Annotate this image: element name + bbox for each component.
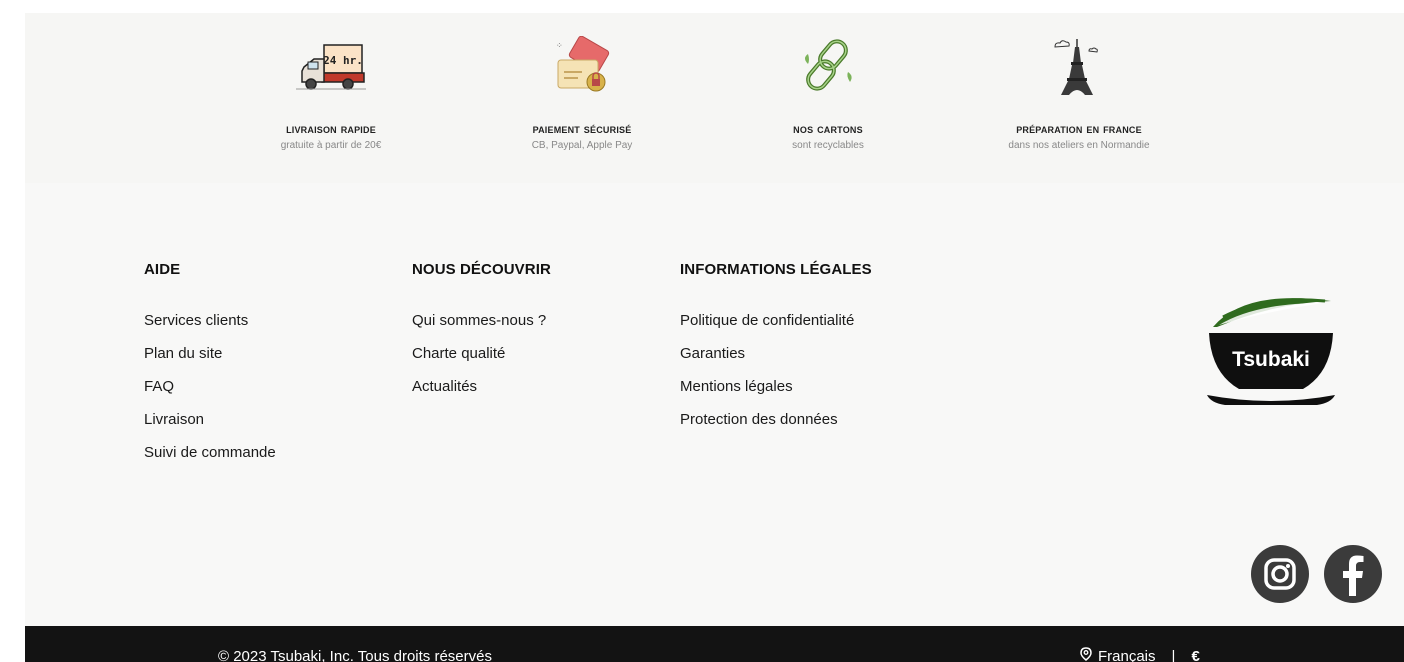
footer-link-actualites[interactable]: Actualités — [412, 377, 551, 410]
column-title: INFORMATIONS LÉGALES — [680, 261, 872, 278]
footer-link-charte-qualite[interactable]: Charte qualité — [412, 344, 551, 377]
feature-subtitle: dans nos ateliers en Normandie — [1008, 140, 1150, 151]
feature-title: Nos Cartons — [793, 121, 863, 136]
feature-subtitle: gratuite à partir de 20€ — [280, 140, 382, 151]
feature-cartons: Nos Cartons sont recyclables — [718, 35, 938, 151]
tsubaki-logo[interactable]: Tsubaki — [1205, 289, 1337, 411]
locale-separator: | — [1171, 647, 1176, 662]
logo-text: Tsubaki — [1232, 348, 1310, 371]
link-list: Services clients Plan du site FAQ Livrai… — [144, 311, 276, 476]
feature-france: préparation en france dans nos ateliers … — [969, 35, 1189, 151]
features-strip: 24 hr. Livraison rapide gratuite à parti… — [25, 13, 1404, 183]
column-title: AIDE — [144, 261, 181, 278]
footer-link-suivi-commande[interactable]: Suivi de commande — [144, 443, 276, 476]
locale-selector[interactable]: Français | € — [1080, 647, 1200, 662]
footer-page: 24 hr. Livraison rapide gratuite à parti… — [25, 13, 1404, 662]
column-title: NOUS DÉCOUVRIR — [412, 261, 551, 278]
secure-card-payment-icon: ⁘ — [472, 35, 692, 97]
footer-link-mentions-legales[interactable]: Mentions légales — [680, 377, 872, 410]
footer-link-services-clients[interactable]: Services clients — [144, 311, 276, 344]
footer-column-aide: AIDE Services clients Plan du site FAQ L… — [144, 261, 276, 476]
feature-title: Livraison rapide — [286, 121, 376, 136]
svg-text:⁘: ⁘ — [556, 41, 563, 50]
delivery-truck-24hr-icon: 24 hr. — [221, 35, 441, 97]
svg-text:24 hr.: 24 hr. — [323, 54, 363, 67]
location-pin-icon — [1080, 647, 1092, 662]
feature-title: paiement sécurisé — [532, 121, 632, 136]
footer-link-plan-du-site[interactable]: Plan du site — [144, 344, 276, 377]
feature-paiement: ⁘ paiement sécurisé CB, Paypal, Apple Pa… — [472, 35, 692, 151]
eiffel-tower-icon — [969, 35, 1189, 97]
footer-link-faq[interactable]: FAQ — [144, 377, 276, 410]
language-selector[interactable]: Français — [1098, 648, 1156, 662]
feature-title: préparation en france — [1016, 121, 1142, 136]
facebook-icon[interactable] — [1324, 545, 1382, 603]
footer-link-livraison[interactable]: Livraison — [144, 410, 276, 443]
feature-subtitle: CB, Paypal, Apple Pay — [531, 140, 633, 151]
feature-livraison: 24 hr. Livraison rapide gratuite à parti… — [221, 35, 441, 151]
copyright-text: © 2023 Tsubaki, Inc. Tous droits réservé… — [218, 648, 492, 662]
bottom-bar: © 2023 Tsubaki, Inc. Tous droits réservé… — [25, 626, 1404, 662]
currency-selector[interactable]: € — [1191, 648, 1199, 662]
footer-column-decouvrir: NOUS DÉCOUVRIR Qui sommes-nous ? Charte … — [412, 261, 551, 410]
instagram-icon[interactable] — [1251, 545, 1309, 603]
link-list: Politique de confidentialité Garanties M… — [680, 311, 872, 443]
footer-link-protection-donnees[interactable]: Protection des données — [680, 410, 872, 443]
feature-subtitle: sont recyclables — [792, 140, 864, 151]
footer-column-legales: INFORMATIONS LÉGALES Politique de confid… — [680, 261, 872, 443]
link-list: Qui sommes-nous ? Charte qualité Actuali… — [412, 311, 551, 410]
footer-link-politique-confidentialite[interactable]: Politique de confidentialité — [680, 311, 872, 344]
recycle-chain-icon — [718, 35, 938, 97]
footer-link-garanties[interactable]: Garanties — [680, 344, 872, 377]
footer-link-qui-sommes-nous[interactable]: Qui sommes-nous ? — [412, 311, 551, 344]
